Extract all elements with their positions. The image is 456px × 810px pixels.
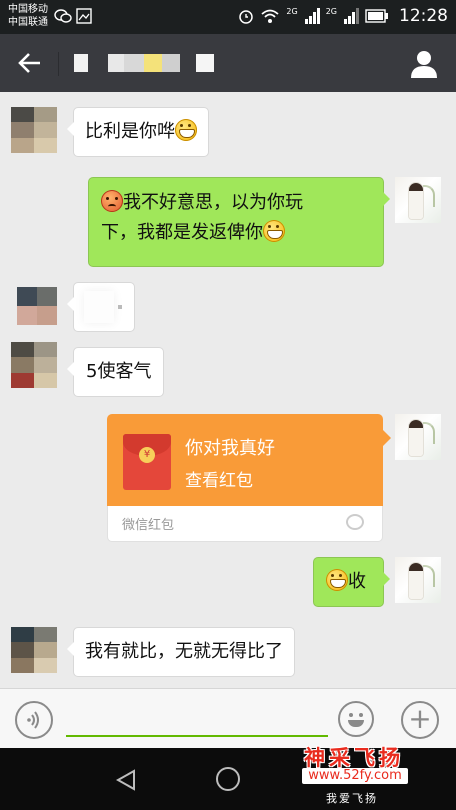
chat-title-obscured — [74, 54, 214, 74]
carrier-labels: 中国移动 中国联通 — [8, 3, 48, 29]
contact-avatar[interactable] — [11, 627, 57, 673]
red-packet-greeting: 你对我真好 — [185, 438, 275, 459]
message-bubble-outgoing[interactable]: 我不好意思，以为你玩 下，我都是发返俾你 — [88, 177, 390, 267]
clock: 12:28 — [399, 6, 448, 26]
contact-avatar[interactable] — [11, 342, 57, 388]
person-icon — [411, 51, 437, 78]
wechat-pay-icon — [346, 514, 364, 530]
red-packet-label: 微信红包 — [122, 518, 175, 533]
nav-divider — [58, 52, 59, 76]
status-right: 2G 2G 12:28 — [238, 6, 448, 26]
message-text-line-2: 下，我都是发返俾你 — [101, 222, 263, 243]
grin-emoji-icon — [263, 220, 285, 242]
battery-icon — [365, 9, 388, 23]
message-bubble-outgoing[interactable]: 收 — [313, 557, 390, 607]
angry-emoji-icon — [101, 190, 123, 212]
network-type-1: 2G — [286, 6, 298, 16]
red-packet-body[interactable]: ¥ 你对我真好 查看红包 — [107, 414, 391, 506]
message-list[interactable]: 比利是你哗 我不好意思，以为你玩 下，我都是发返俾你 5使客气 ¥ 你对我真好 … — [0, 92, 456, 688]
arrow-left-icon — [18, 53, 40, 73]
message-text-line-1: 我不好意思，以为你玩 — [123, 192, 303, 213]
message-text: 我有就比，无就无得比了 — [85, 641, 283, 662]
carrier-2-label: 中国联通 — [8, 17, 48, 28]
home-circle-icon[interactable] — [216, 767, 240, 791]
watermark-url: www.52fy.com — [302, 768, 408, 784]
watermark-slogan: 我爱飞扬 — [326, 792, 378, 805]
input-bar: + — [0, 688, 456, 748]
red-packet-footer: 微信红包 — [107, 506, 383, 542]
contact-avatar[interactable] — [11, 107, 57, 153]
alarm-icon — [239, 10, 254, 24]
message-text: 5使客气 — [86, 361, 152, 382]
grin-emoji-icon — [175, 119, 197, 141]
profile-button[interactable] — [408, 48, 440, 80]
status-bar: 中国移动 中国联通 2G 2G 12:28 — [0, 0, 456, 34]
my-avatar[interactable] — [395, 557, 441, 603]
my-avatar[interactable] — [395, 414, 441, 460]
image-message-blurred[interactable] — [67, 282, 135, 332]
message-bubble-incoming[interactable]: 比利是你哗 — [67, 107, 209, 157]
message-text: 比利是你哗 — [85, 121, 175, 142]
signal-1-icon — [304, 8, 320, 24]
chat-header — [0, 34, 456, 92]
wifi-icon — [261, 9, 279, 23]
message-text: 收 — [348, 571, 366, 592]
signal-2-icon — [344, 8, 359, 24]
my-avatar[interactable] — [395, 177, 441, 223]
voice-button[interactable] — [15, 701, 53, 739]
network-type-2: 2G — [325, 6, 337, 16]
emoji-button[interactable] — [338, 701, 374, 737]
image-icon — [76, 8, 92, 24]
message-input[interactable] — [66, 697, 328, 737]
message-bubble-incoming[interactable]: 我有就比，无就无得比了 — [67, 627, 295, 677]
carrier-1-label: 中国移动 — [8, 4, 48, 15]
wechat-icon — [54, 9, 72, 23]
red-packet-open-link: 查看红包 — [185, 471, 253, 491]
back-button[interactable] — [10, 46, 50, 80]
message-bubble-incoming[interactable]: 5使客气 — [66, 347, 165, 397]
contact-avatar[interactable] — [17, 287, 57, 325]
more-button[interactable]: + — [401, 701, 439, 739]
voice-icon — [27, 711, 39, 729]
red-envelope-icon: ¥ — [123, 434, 171, 490]
red-packet-message[interactable]: ¥ 你对我真好 查看红包 微信红包 — [107, 414, 391, 542]
grin-emoji-icon — [326, 569, 348, 591]
site-watermark: 神采飞扬 www.52fy.com 我爱飞扬 — [296, 742, 456, 810]
triangle-back-icon[interactable] — [114, 768, 138, 792]
